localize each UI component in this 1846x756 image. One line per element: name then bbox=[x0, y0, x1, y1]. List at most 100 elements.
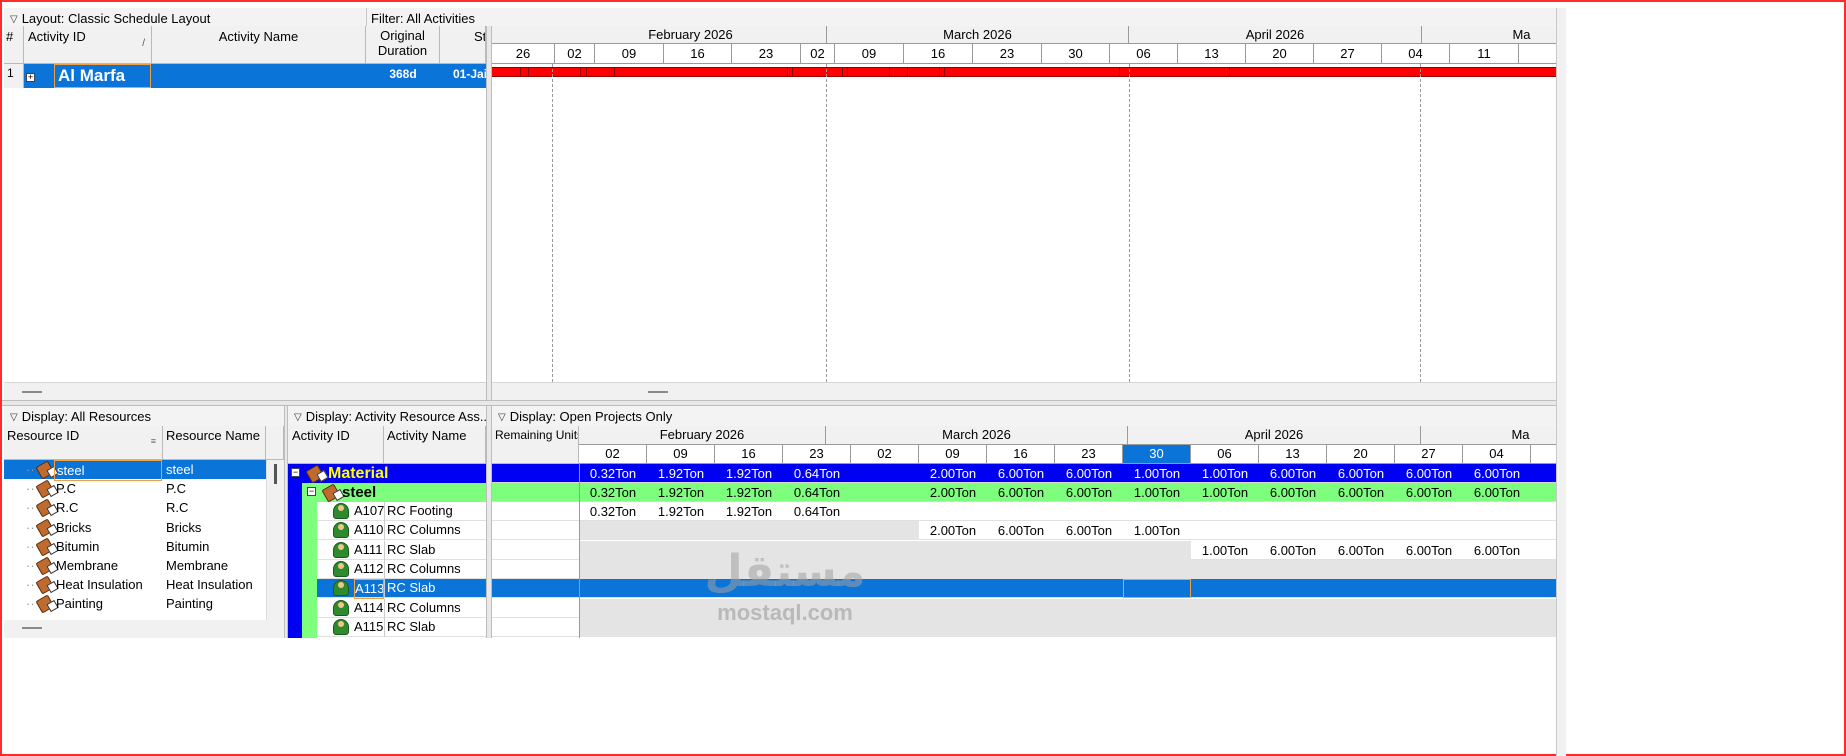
assignment-row[interactable]: A107 RC Footing bbox=[317, 502, 486, 521]
vertical-scrollbar[interactable] bbox=[1556, 8, 1566, 756]
assignments-display-bar[interactable]: ▽ Display: Activity Resource Ass... bbox=[288, 406, 486, 428]
original-duration-header[interactable]: Original Duration bbox=[366, 26, 440, 64]
resource-row[interactable]: ·· steel steel bbox=[4, 460, 266, 481]
usage-value-cell: 1.92Ton bbox=[657, 504, 705, 519]
assign-activity-name-header[interactable]: Activity Name bbox=[384, 426, 486, 464]
usage-display-bar[interactable]: ▽ Display: Open Projects Only bbox=[492, 406, 1556, 428]
assignment-row[interactable]: A115 RC Slab bbox=[317, 617, 486, 637]
usage-detail-row[interactable]: 2.00Ton 6.00Ton 6.00Ton 1.00Ton bbox=[492, 521, 1556, 541]
resource-list[interactable]: ·· steel steel ·· P.C P.C ·· R.C R.C ·· Bricks Bric… bbox=[4, 460, 266, 620]
usage-detail-row[interactable] bbox=[492, 617, 1556, 637]
usage-week-label: 09 bbox=[919, 445, 987, 463]
usage-value-cell: 6.00Ton bbox=[1065, 523, 1113, 539]
assignment-row[interactable]: A110 RC Columns bbox=[317, 521, 486, 541]
resource-row[interactable]: ·· Heat Insulation Heat Insulation bbox=[4, 575, 266, 595]
sort-indicator-icon: / bbox=[142, 38, 145, 49]
resource-id-cell: Heat Insulation bbox=[56, 577, 143, 593]
resource-assignment-icon bbox=[333, 560, 349, 577]
resource-scroll-thumb[interactable] bbox=[274, 464, 277, 484]
column-divider bbox=[384, 579, 385, 599]
usage-detail-row[interactable]: 0.32Ton 1.92Ton 1.92Ton 0.64Ton bbox=[492, 502, 1556, 521]
gantt-week-label: 30 bbox=[1042, 44, 1110, 63]
usage-selected-cell[interactable] bbox=[1123, 579, 1191, 599]
steel-collapse-icon[interactable]: − bbox=[307, 487, 316, 496]
usage-detail-row[interactable] bbox=[492, 559, 1556, 579]
material-group-row[interactable]: − Material bbox=[288, 464, 486, 484]
steel-group-row[interactable]: − steel bbox=[302, 483, 486, 503]
activity-name-header[interactable]: Activity Name bbox=[152, 26, 366, 64]
resource-material-icon bbox=[35, 575, 55, 595]
usage-value-cell: 2.00Ton bbox=[929, 466, 977, 481]
project-summary-bar[interactable] bbox=[492, 67, 1556, 77]
usage-material-row[interactable]: 0.32Ton 1.92Ton 1.92Ton 0.64Ton 2.00Ton 6.00T… bbox=[492, 464, 1556, 483]
subgroup-strip bbox=[302, 482, 317, 638]
resource-id-cell: Bricks bbox=[56, 519, 92, 535]
resource-row[interactable]: ·· P.C P.C bbox=[4, 479, 266, 499]
usage-value-cell: 6.00Ton bbox=[1269, 542, 1317, 558]
usage-value-cell: 6.00Ton bbox=[1337, 542, 1385, 558]
usage-week-label: 13 bbox=[1259, 445, 1327, 463]
gantt-month-label: February 2026 bbox=[555, 26, 827, 43]
assignment-row[interactable]: A111 RC Slab bbox=[317, 540, 486, 560]
resources-display-bar[interactable]: ▽ Display: All Resources bbox=[4, 406, 284, 428]
resource-row[interactable]: ·· Bricks Bricks bbox=[4, 518, 266, 538]
resource-list-scrollbar[interactable] bbox=[266, 460, 284, 620]
resource-row[interactable]: ·· Membrane Membrane bbox=[4, 556, 266, 576]
project-name[interactable]: Al Marfa bbox=[54, 64, 151, 88]
filter-label: Filter: All Activities bbox=[371, 11, 476, 26]
assignments-collapse-icon[interactable]: ▽ bbox=[294, 407, 302, 427]
usage-steel-row[interactable]: 0.32Ton 1.92Ton 1.92Ton 0.64Ton 2.00Ton 6.00T… bbox=[492, 483, 1556, 502]
usage-value-cell: 6.00Ton bbox=[1065, 466, 1113, 481]
gantt-bar-tick bbox=[939, 68, 940, 77]
usage-week-label: 11 bbox=[1531, 445, 1556, 463]
assignment-activity-id: A107 bbox=[354, 503, 384, 518]
resource-id-cell: Bitumin bbox=[56, 538, 100, 554]
collapse-minus-icon[interactable]: − bbox=[291, 468, 300, 477]
resource-row[interactable]: ·· Painting Painting bbox=[4, 594, 266, 614]
gantt-chart[interactable]: February 2026 March 2026 April 2026 Ma 26 02… bbox=[492, 26, 1556, 382]
resources-collapse-icon[interactable]: ▽ bbox=[10, 407, 18, 427]
resource-name-header[interactable]: Resource Name bbox=[163, 426, 266, 460]
usage-inactive-span bbox=[579, 617, 1556, 637]
activity-name-header-label: Activity Name bbox=[218, 29, 299, 44]
resize-grip-icon[interactable] bbox=[22, 391, 42, 393]
resource-id-header[interactable]: Resource ID ≡ bbox=[4, 426, 163, 460]
gantt-resize-grip-icon[interactable] bbox=[648, 391, 668, 393]
start-header[interactable]: St bbox=[440, 26, 486, 64]
usage-value-cell: 1.00Ton bbox=[1133, 466, 1181, 481]
resource-id-cell: Painting bbox=[56, 596, 103, 612]
assignment-row[interactable]: A112 RC Columns bbox=[317, 559, 486, 579]
usage-detail-row[interactable] bbox=[492, 579, 1556, 599]
activity-id-header[interactable]: Activity ID / bbox=[24, 26, 152, 64]
resource-usage-spreadsheet[interactable]: February 2026 March 2026 April 2026 Ma 02 09 1… bbox=[492, 426, 1556, 638]
tree-connector: ·· bbox=[26, 481, 35, 497]
usage-value-cell: 0.64Ton bbox=[793, 466, 841, 481]
assignment-row[interactable]: A114 RC Columns bbox=[317, 598, 486, 618]
usage-value-cell: 6.00Ton bbox=[1405, 485, 1453, 500]
usage-detail-row[interactable]: 1.00Ton 6.00Ton 6.00Ton 6.00Ton 6.00Ton 5.0 bbox=[492, 540, 1556, 560]
gantt-gridline bbox=[552, 64, 553, 382]
gantt-week-label: 09 bbox=[835, 44, 904, 63]
assignment-row[interactable]: A113 RC Slab bbox=[317, 579, 486, 600]
gantt-week-label: 04 bbox=[1382, 44, 1450, 63]
expand-plus-icon[interactable]: + bbox=[26, 69, 35, 84]
usage-detail-row[interactable] bbox=[492, 598, 1556, 618]
resource-id-cell: steel bbox=[54, 460, 162, 481]
usage-collapse-icon[interactable]: ▽ bbox=[498, 407, 506, 427]
resource-row[interactable]: ·· R.C R.C bbox=[4, 498, 266, 518]
usage-week-label: 06 bbox=[1191, 445, 1259, 463]
tree-connector: ·· bbox=[26, 538, 35, 554]
assignment-activity-id: A114 bbox=[354, 599, 384, 615]
usage-value-cell: 0.32Ton bbox=[589, 504, 637, 519]
usage-month-label: February 2026 bbox=[579, 426, 826, 444]
assignment-list[interactable]: − Material − steel A107 RC Footing A110 RC Colu… bbox=[288, 464, 486, 638]
row-number-header[interactable]: # bbox=[4, 26, 24, 64]
resource-row[interactable]: ·· Bitumin Bitumin bbox=[4, 537, 266, 557]
gantt-bar-tick bbox=[847, 68, 848, 77]
gantt-week-label: 13 bbox=[1178, 44, 1246, 63]
assignment-activity-id: A112 bbox=[354, 560, 384, 576]
steel-resource-icon bbox=[321, 483, 341, 503]
assign-activity-id-header[interactable]: Activity ID bbox=[288, 426, 384, 464]
start-header-label: St bbox=[474, 29, 486, 44]
resource-grip-icon[interactable] bbox=[22, 627, 42, 629]
